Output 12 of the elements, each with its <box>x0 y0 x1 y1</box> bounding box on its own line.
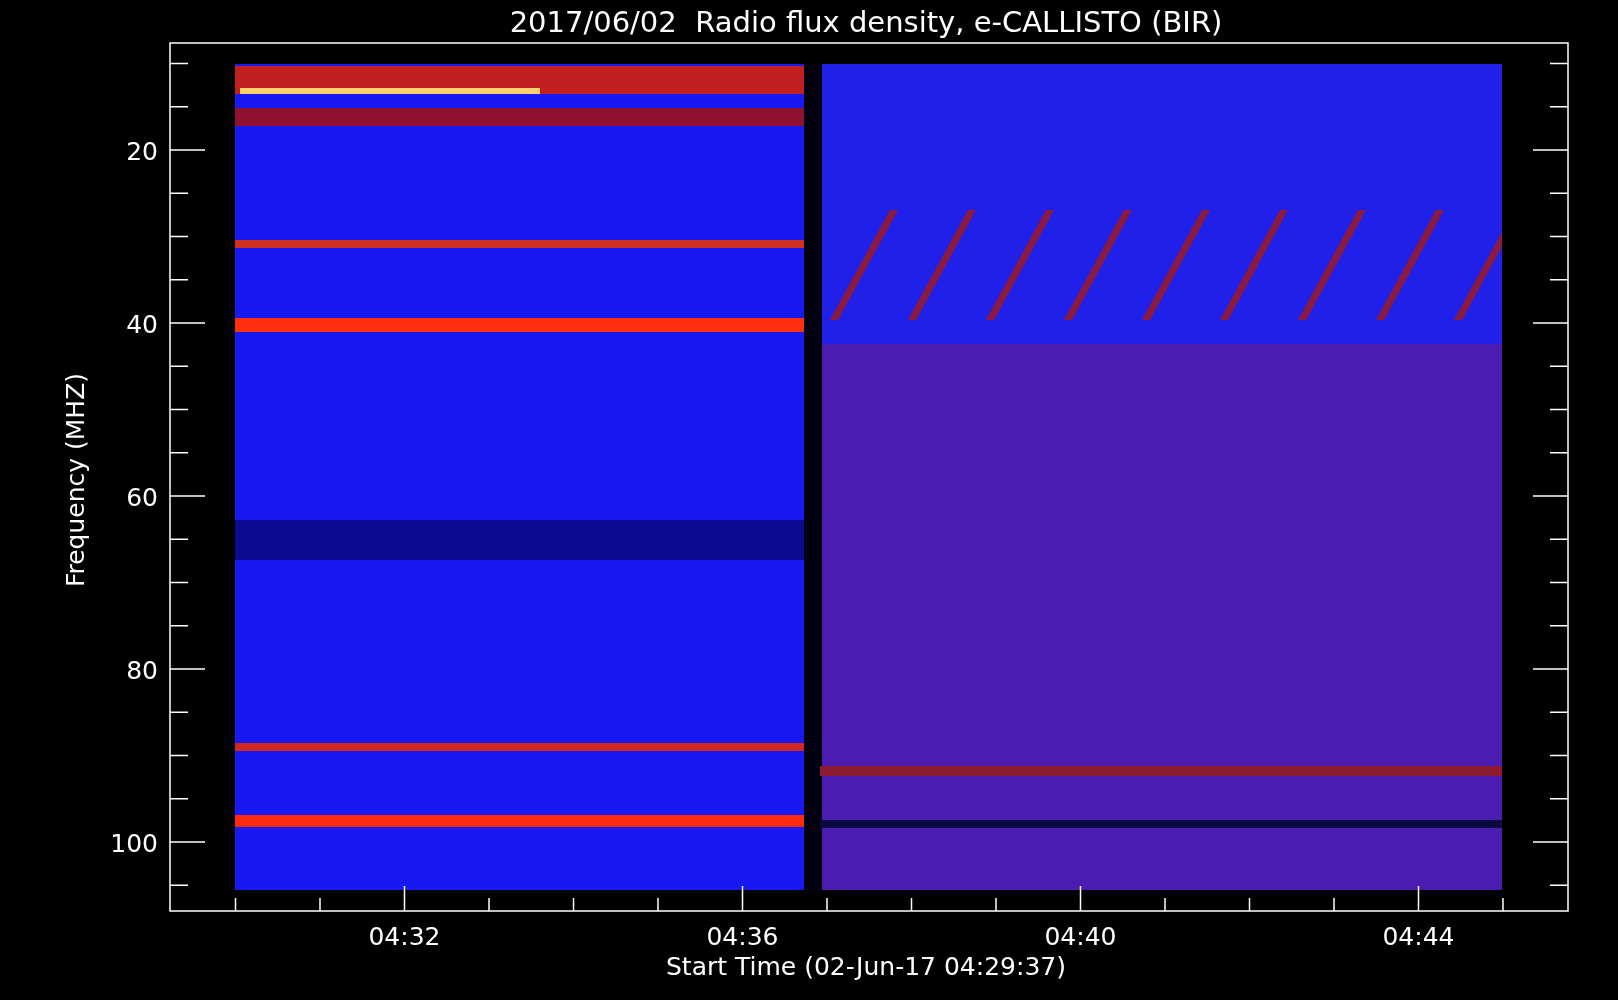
axis-label: Start Time (02-Jun-17 04:29:37) <box>666 952 1066 981</box>
tick-label: 40 <box>126 310 158 339</box>
tick-label: 04:32 <box>368 922 441 951</box>
axis-label: Frequency (MHZ) <box>61 372 90 588</box>
tick-label: 80 <box>126 656 158 685</box>
tick-label: 04:44 <box>1382 922 1455 951</box>
chart-title: 2017/06/02 Radio flux density, e-CALLISTO (BIR) <box>509 5 1223 39</box>
tick-label: 04:36 <box>706 922 779 951</box>
tick-label: 20 <box>126 137 158 166</box>
tick-label: 04:40 <box>1044 922 1117 951</box>
tick-label: 100 <box>110 829 158 858</box>
tick-label: 60 <box>126 483 158 512</box>
